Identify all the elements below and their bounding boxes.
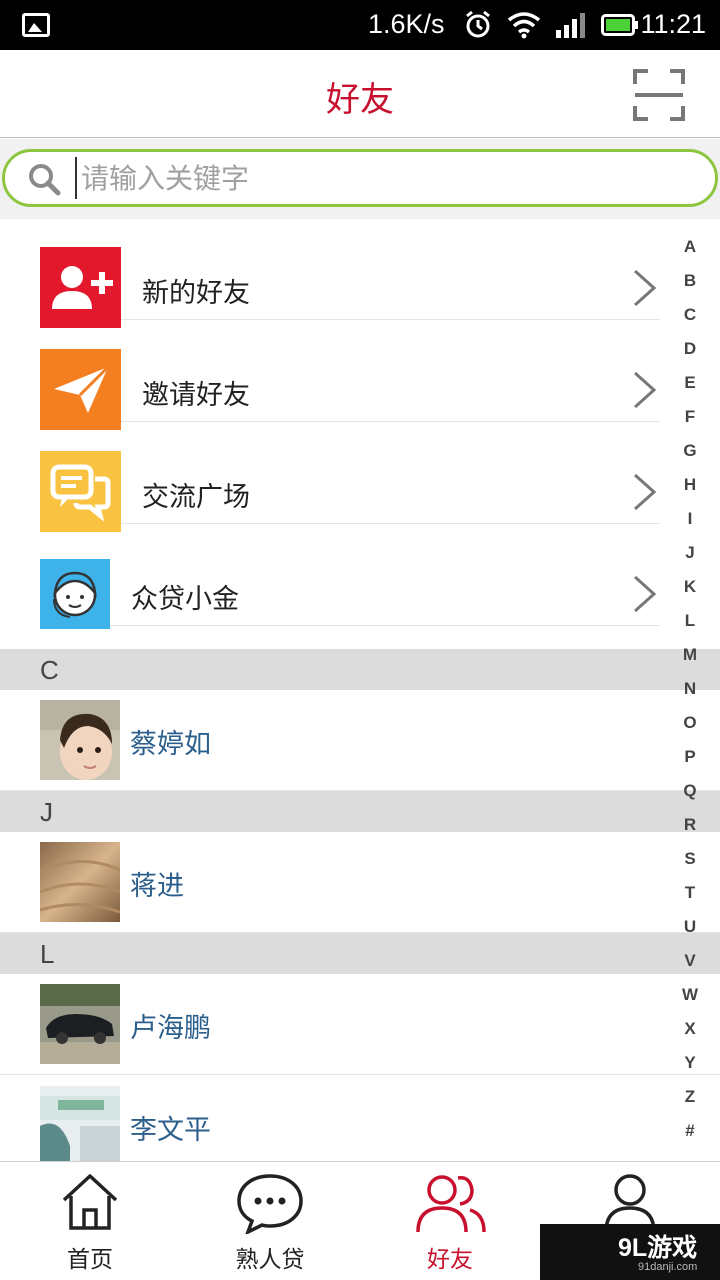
index-letter[interactable]: C — [676, 301, 704, 335]
watermark-text: 9L游戏 — [618, 1234, 698, 1262]
chevron-right-icon — [633, 371, 657, 409]
alphabet-index[interactable]: A B C D E F G H I J K L M N O P Q R S T U V W X Y Z # — [676, 233, 704, 1151]
index-letter[interactable]: O — [676, 709, 704, 743]
search-input[interactable] — [75, 157, 695, 199]
index-letter[interactable]: T — [676, 879, 704, 913]
index-letter[interactable]: A — [676, 233, 704, 267]
alarm-icon — [466, 10, 490, 38]
section-letter: L — [40, 939, 55, 969]
index-letter[interactable]: X — [676, 1015, 704, 1049]
tab-acquaintance-loan[interactable]: 熟人贷 — [180, 1162, 360, 1280]
add-friend-icon — [40, 247, 121, 328]
menu-label: 邀请好友 — [142, 380, 250, 411]
battery-icon — [601, 14, 638, 36]
contact-row[interactable]: 蒋进 — [0, 832, 720, 933]
index-letter[interactable]: P — [676, 743, 704, 777]
section-letter: J — [40, 797, 53, 827]
chevron-right-icon — [633, 575, 657, 613]
contact-row[interactable]: 蔡婷如 — [0, 690, 720, 791]
index-letter[interactable]: V — [676, 947, 704, 981]
menu-label: 交流广场 — [142, 482, 250, 513]
scan-icon[interactable] — [632, 68, 686, 122]
network-speed: 1.6K/s — [368, 9, 445, 39]
index-letter[interactable]: W — [676, 981, 704, 1015]
tab-label: 首页 — [67, 1247, 113, 1273]
chevron-right-icon — [633, 269, 657, 307]
index-letter[interactable]: H — [676, 471, 704, 505]
app-header: 好友 — [0, 50, 720, 138]
contact-name: 蔡婷如 — [130, 729, 211, 760]
index-letter[interactable]: F — [676, 403, 704, 437]
gallery-notification-icon — [22, 13, 50, 37]
menu-new-friends[interactable]: 新的好友 — [40, 219, 660, 328]
index-letter[interactable]: I — [676, 505, 704, 539]
index-letter[interactable]: N — [676, 675, 704, 709]
section-header-c: C — [0, 649, 720, 690]
index-letter[interactable]: K — [676, 573, 704, 607]
index-letter[interactable]: M — [676, 641, 704, 675]
index-letter[interactable]: R — [676, 811, 704, 845]
contact-name: 李文平 — [130, 1115, 211, 1146]
friends-icon — [416, 1175, 486, 1233]
index-letter[interactable]: S — [676, 845, 704, 879]
contact-name: 卢海鹏 — [130, 1013, 211, 1044]
index-letter[interactable]: E — [676, 369, 704, 403]
paper-plane-icon — [40, 349, 121, 430]
contact-name: 蒋进 — [130, 871, 184, 902]
search-bar — [0, 139, 720, 219]
menu-community-square[interactable]: 交流广场 — [40, 423, 660, 532]
watermark-logo: 9L游戏 91danji.com — [540, 1224, 720, 1280]
menu-label: 新的好友 — [142, 278, 250, 309]
search-icon — [29, 164, 61, 196]
page-title: 好友 — [326, 80, 394, 120]
index-letter[interactable]: U — [676, 913, 704, 947]
index-letter[interactable]: # — [676, 1117, 704, 1151]
tab-home[interactable]: 首页 — [0, 1162, 180, 1280]
contact-row[interactable]: 李文平 — [0, 1076, 720, 1161]
index-letter[interactable]: Q — [676, 777, 704, 811]
tab-label: 熟人贷 — [235, 1247, 305, 1273]
search-box[interactable] — [2, 149, 718, 207]
index-letter[interactable]: Y — [676, 1049, 704, 1083]
wifi-icon — [507, 12, 541, 39]
index-letter[interactable]: Z — [676, 1083, 704, 1117]
chevron-right-icon — [633, 473, 657, 511]
contact-list[interactable]: 新的好友 邀请好友 交流广场 众贷小金 C 蔡婷如 J 蒋进 L 卢海鹏 李文平 — [0, 219, 720, 1161]
section-header-l: L — [0, 933, 720, 974]
contact-row[interactable]: 卢海鹏 — [0, 974, 720, 1075]
tab-friends[interactable]: 好友 — [360, 1162, 540, 1280]
section-letter: C — [40, 655, 59, 685]
avatar — [40, 700, 120, 780]
index-letter[interactable]: B — [676, 267, 704, 301]
menu-label: 众贷小金 — [131, 584, 239, 615]
avatar — [40, 984, 120, 1064]
menu-assistant[interactable]: 众贷小金 — [40, 525, 660, 629]
clock: 11:21 — [640, 9, 706, 39]
avatar — [40, 1086, 120, 1161]
tab-label: 好友 — [427, 1247, 473, 1273]
index-letter[interactable]: G — [676, 437, 704, 471]
signal-icon — [556, 13, 585, 38]
avatar — [40, 842, 120, 922]
home-icon — [62, 1174, 118, 1230]
customer-service-icon — [40, 559, 110, 629]
chat-bubbles-icon — [40, 451, 121, 532]
index-letter[interactable]: D — [676, 335, 704, 369]
menu-invite-friends[interactable]: 邀请好友 — [40, 321, 660, 430]
index-letter[interactable]: L — [676, 607, 704, 641]
watermark-url: 91danji.com — [638, 1261, 698, 1273]
chat-dots-icon — [237, 1174, 303, 1234]
index-letter[interactable]: J — [676, 539, 704, 573]
status-icons — [463, 10, 639, 40]
section-header-j: J — [0, 791, 720, 832]
status-bar: 1.6K/s 11:21 — [0, 0, 720, 50]
